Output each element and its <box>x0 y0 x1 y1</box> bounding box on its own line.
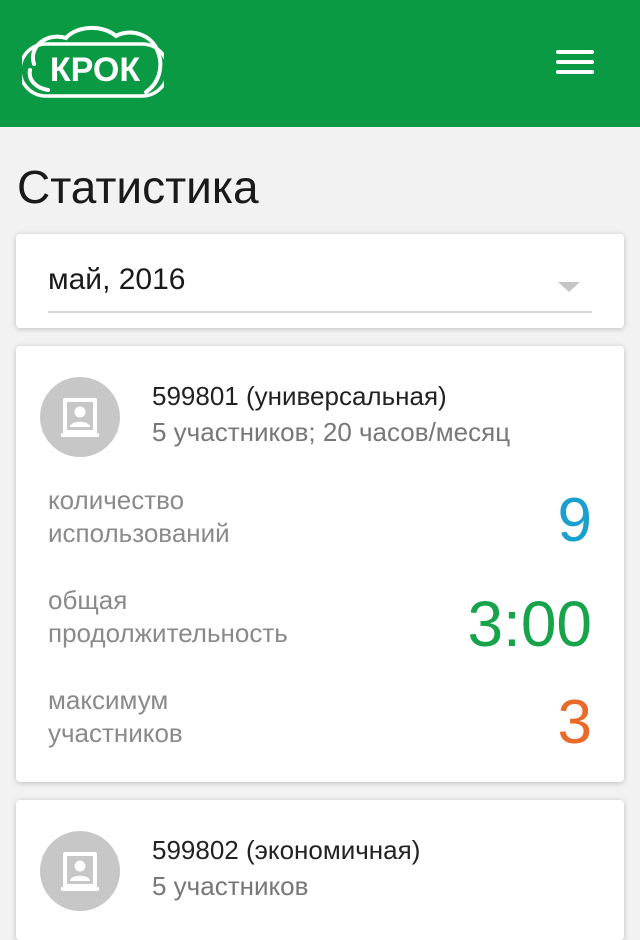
select-underline <box>48 311 592 313</box>
stat-label-line: продолжительность <box>48 618 288 648</box>
account-details: 5 участников; 20 часов/месяц <box>152 417 511 447</box>
contact-card-icon <box>40 831 120 911</box>
account-details: 5 участников <box>152 871 309 901</box>
account-card: 599801 (универсальная) 5 участников; 20 … <box>16 346 624 782</box>
stat-label-line: использований <box>48 518 230 548</box>
stat-label-usage-count: количество использований <box>48 484 368 550</box>
chevron-down-icon[interactable] <box>558 282 580 292</box>
stat-label-line: максимум <box>48 685 169 715</box>
account-name: 599801 (универсальная) <box>152 381 447 411</box>
account-name: 599802 (экономичная) <box>152 835 421 865</box>
stat-value-max-participants: 3 <box>557 688 592 757</box>
app-header: КРОК <box>0 0 640 127</box>
krok-logo[interactable]: КРОК <box>18 24 170 104</box>
logo-text: КРОК <box>49 51 141 89</box>
stat-label-line: количество <box>48 485 185 515</box>
contact-card-icon <box>40 377 120 457</box>
stat-label-max-participants: максимум участников <box>48 684 368 750</box>
stat-label-line: участников <box>48 718 183 748</box>
period-select-value: май, 2016 <box>48 263 186 296</box>
stat-value-usage-count: 9 <box>557 486 592 555</box>
stat-value-total-duration: 3:00 <box>467 588 592 660</box>
hamburger-menu-icon[interactable] <box>556 50 596 78</box>
stat-label-total-duration: общая продолжительность <box>48 584 368 650</box>
account-card: 599802 (экономичная) 5 участников <box>16 800 624 940</box>
period-select[interactable]: май, 2016 <box>16 234 624 328</box>
page-title: Статистика <box>17 161 259 213</box>
stat-label-line: общая <box>48 585 128 615</box>
